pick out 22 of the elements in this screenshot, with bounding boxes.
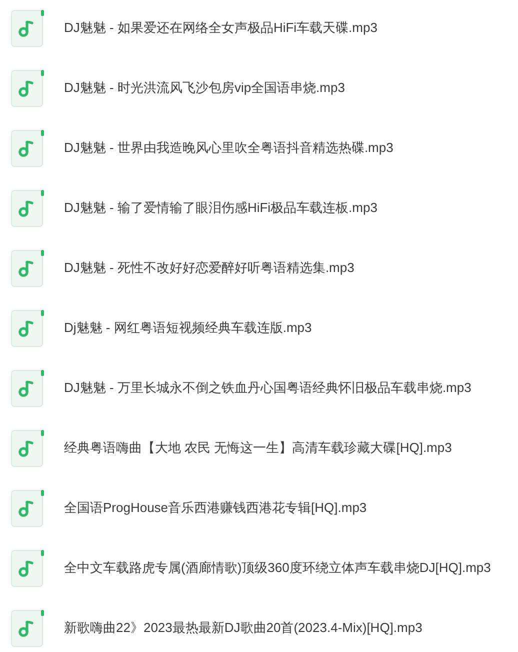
file-name[interactable]: Dj魅魅 - 网红粤语短视频经典车载连版.mp3 — [64, 319, 312, 337]
music-file-icon — [11, 10, 44, 46]
music-file-icon — [11, 130, 44, 166]
file-name[interactable]: DJ魅魅 - 时光洪流风飞沙包房vip全国语串烧.mp3 — [64, 79, 345, 97]
file-name[interactable]: 经典粤语嗨曲【大地 农民 无悔这一生】高清车载珍藏大碟[HQ].mp3 — [64, 439, 452, 457]
file-name[interactable]: 全中文车载路虎专属(酒廊情歌)顶级360度环绕立体声车载串烧DJ[HQ].mp3 — [64, 559, 491, 577]
file-name[interactable]: DJ魅魅 - 死性不改好好恋爱醉好听粤语精选集.mp3 — [64, 259, 354, 277]
music-file-icon — [11, 490, 44, 526]
music-file-icon — [11, 250, 44, 286]
file-name[interactable]: DJ魅魅 - 万里长城永不倒之铁血丹心国粤语经典怀旧极品车载串烧.mp3 — [64, 379, 472, 397]
file-name[interactable]: DJ魅魅 - 输了爱情输了眼泪伤感HiFi极品车载连板.mp3 — [64, 199, 378, 217]
music-file-icon — [11, 430, 44, 466]
file-name[interactable]: DJ魅魅 - 世界由我造晚风心里吹全粤语抖音精选热碟.mp3 — [64, 139, 394, 157]
music-file-icon — [11, 310, 44, 346]
music-file-icon — [11, 70, 44, 106]
file-name[interactable]: DJ魅魅 - 如果爱还在网络全女声极品HiFi车载天碟.mp3 — [64, 19, 378, 37]
file-name[interactable]: 新歌嗨曲22》2023最热最新DJ歌曲20首(2023.4-Mix)[HQ].mp3 — [64, 619, 422, 637]
music-file-icon — [11, 550, 44, 586]
file-name[interactable]: 全国语ProgHouse音乐西港赚钱西港花专辑[HQ].mp3 — [64, 499, 367, 517]
music-file-icon — [11, 370, 44, 406]
music-file-icon — [11, 190, 44, 226]
music-file-icon — [11, 610, 44, 646]
